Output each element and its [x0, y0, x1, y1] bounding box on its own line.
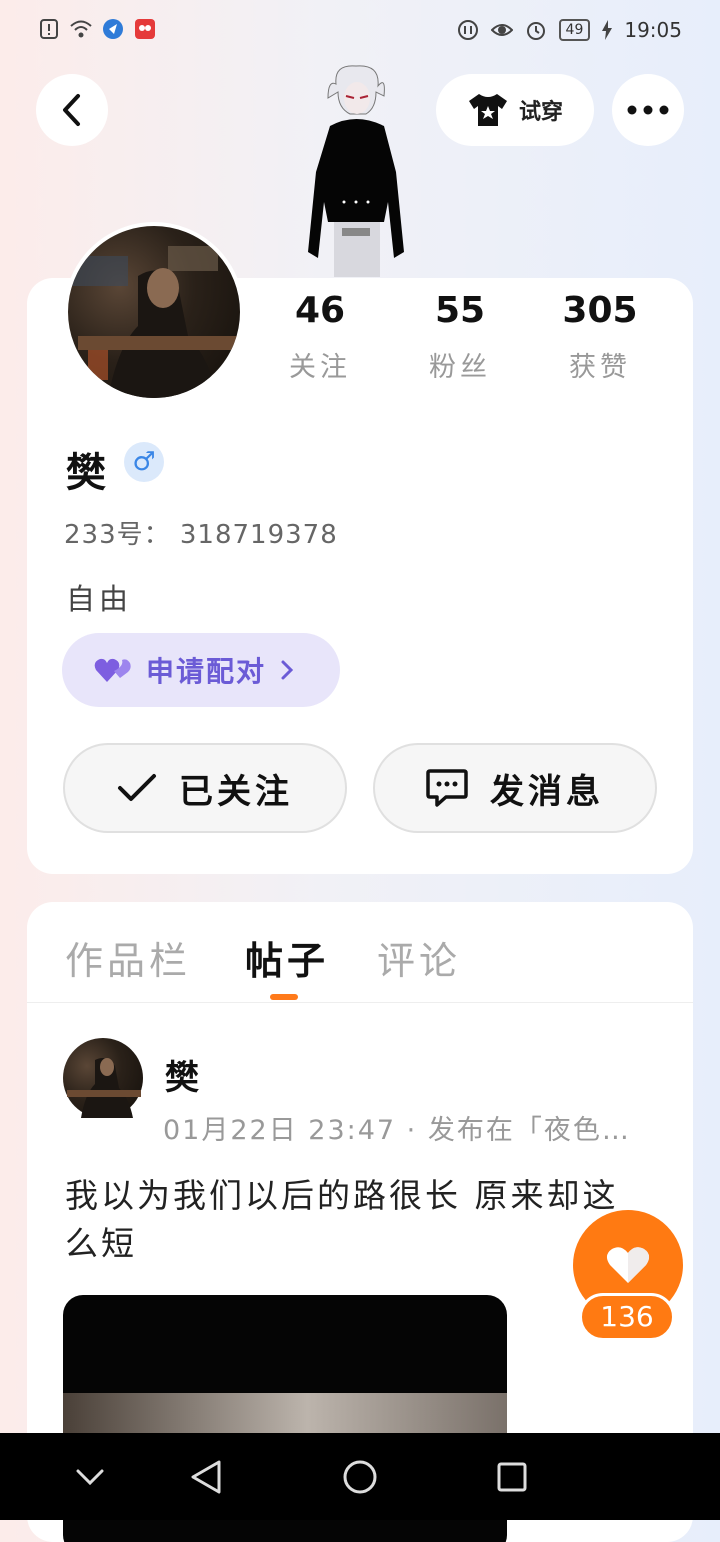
alert-icon [40, 19, 58, 39]
shirt-icon [468, 94, 507, 126]
user-id[interactable]: 233号： 318719378 [64, 514, 338, 551]
battery-indicator: 49 [558, 19, 591, 41]
charging-icon [602, 20, 613, 40]
stat-value: 55 [434, 290, 486, 331]
heart-icon [606, 1247, 650, 1283]
status-bar: 49 19:05 [0, 0, 720, 60]
check-icon [118, 774, 156, 801]
gender-male-icon: ♂ [124, 442, 164, 482]
avatar-photo [67, 1058, 141, 1118]
post-text[interactable]: 我以为我们以后的路很长 原来却这么短 [65, 1172, 645, 1268]
profile-stats: 46 关注 55 粉丝 305 获赞 [250, 290, 670, 384]
stat-likes[interactable]: 305 获赞 [530, 290, 670, 384]
nav-hide-button[interactable] [66, 1453, 114, 1501]
like-count: 136 [579, 1293, 675, 1341]
stat-label: 粉丝 [429, 352, 491, 383]
chevron-right-icon [281, 660, 294, 680]
active-tab-indicator [270, 994, 298, 1000]
nav-recents-button[interactable] [488, 1453, 536, 1501]
try-on-button[interactable]: 试穿 [436, 74, 594, 146]
chevron-down-icon [76, 1469, 104, 1485]
avatar-character[interactable] [300, 62, 412, 277]
wifi-icon [70, 20, 92, 38]
square-recents-icon [497, 1462, 527, 1492]
following-label: 已关注 [179, 771, 293, 812]
back-button[interactable] [36, 74, 108, 146]
profile-avatar[interactable] [64, 222, 244, 402]
more-button[interactable] [612, 74, 684, 146]
stat-value: 46 [294, 290, 346, 331]
tab-comments[interactable]: 评论 [377, 930, 461, 985]
stat-label: 关注 [289, 352, 351, 383]
post-author-name[interactable]: 樊 [165, 1050, 199, 1099]
send-message-button[interactable]: 发消息 [373, 743, 657, 833]
stat-followers[interactable]: 55 粉丝 [390, 290, 530, 384]
profile-bio: 自由 [66, 582, 133, 616]
profile-name: 樊 [66, 450, 106, 496]
pair-hearts-icon [94, 658, 131, 682]
apply-pair-button[interactable]: 申请配对 [62, 633, 340, 707]
send-message-label: 发消息 [490, 771, 604, 812]
stat-label: 获赞 [569, 352, 631, 383]
post-author-avatar[interactable] [63, 1038, 143, 1118]
nav-home-button[interactable] [336, 1453, 384, 1501]
following-button[interactable]: 已关注 [63, 743, 347, 833]
more-dots-icon [627, 105, 669, 115]
eye-icon [490, 24, 513, 36]
content-tabs: 作品栏 帖子 评论 [27, 902, 693, 1003]
alarm-icon [526, 22, 545, 40]
try-on-label: 试穿 [518, 100, 563, 125]
tab-works[interactable]: 作品栏 [65, 930, 191, 985]
circle-home-icon [343, 1460, 377, 1494]
triangle-back-icon [191, 1460, 221, 1494]
clock: 19:05 [624, 18, 682, 42]
avatar-photo [68, 246, 238, 398]
post-meta: 01月22日 23:47 · 发布在「夜色… [163, 1115, 631, 1146]
chevron-left-icon [63, 94, 80, 126]
stat-following[interactable]: 46 关注 [250, 290, 390, 384]
app-icon-red [135, 19, 155, 39]
apply-pair-label: 申请配对 [146, 655, 267, 688]
nfc-icon [457, 20, 478, 40]
stat-value: 305 [562, 290, 638, 331]
app-icon-blue [103, 19, 123, 39]
chat-bubble-icon [426, 769, 468, 807]
nav-back-button[interactable] [182, 1453, 230, 1501]
system-nav-bar [0, 1433, 720, 1520]
tab-posts[interactable]: 帖子 [245, 930, 329, 985]
